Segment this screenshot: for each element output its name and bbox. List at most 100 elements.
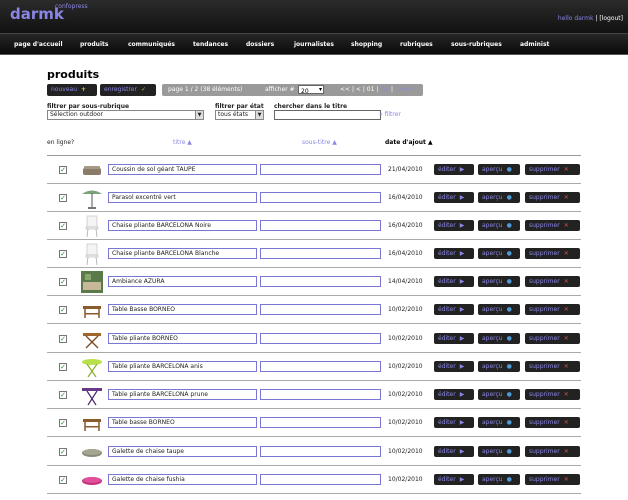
- nav-item-tendances[interactable]: tendances: [193, 41, 228, 48]
- delete-button[interactable]: supprimer ✕: [525, 164, 580, 175]
- title-input[interactable]: Chaise pliante BARCELONA Blanche: [108, 248, 257, 259]
- subtitle-input[interactable]: [260, 446, 381, 457]
- online-checkbox[interactable]: ✓: [59, 448, 67, 456]
- preview-button[interactable]: aperçu ●: [478, 220, 520, 231]
- title-input[interactable]: Table Basse BORNEO: [108, 304, 257, 315]
- online-checkbox[interactable]: ✓: [59, 278, 67, 286]
- pager-nav-last[interactable]: >>>: [398, 86, 413, 93]
- nav-item-accueil[interactable]: page d'accueil: [14, 41, 63, 48]
- online-checkbox[interactable]: ✓: [59, 166, 67, 174]
- preview-button[interactable]: aperçu ●: [478, 446, 520, 457]
- title-input[interactable]: Ambiance AZURA: [108, 276, 257, 287]
- edit-button[interactable]: éditer ▶: [434, 446, 474, 457]
- subtitle-input[interactable]: [260, 417, 381, 428]
- filter-apply-link[interactable]: » filtrer: [379, 111, 401, 118]
- edit-button[interactable]: éditer ▶: [434, 474, 474, 485]
- edit-button[interactable]: éditer ▶: [434, 361, 474, 372]
- preview-button[interactable]: aperçu ●: [478, 389, 520, 400]
- subtitle-input[interactable]: [260, 333, 381, 344]
- subtitle-input[interactable]: [260, 192, 381, 203]
- filter-subcat-select[interactable]: Sélection outdoor ▼: [47, 110, 204, 120]
- edit-button[interactable]: éditer ▶: [434, 389, 474, 400]
- title-input[interactable]: Galette de chaise taupe: [108, 446, 257, 457]
- online-checkbox[interactable]: ✓: [59, 222, 67, 230]
- title-input[interactable]: Parasol excentré vert: [108, 192, 257, 203]
- edit-button[interactable]: éditer ▶: [434, 164, 474, 175]
- nav-item-rubriques[interactable]: rubriques: [400, 41, 433, 48]
- column-header-subtitle[interactable]: sous-titre ▲: [302, 139, 337, 146]
- delete-button[interactable]: supprimer ✕: [525, 474, 580, 485]
- online-checkbox[interactable]: ✓: [59, 194, 67, 202]
- nav-item-dossiers[interactable]: dossiers: [246, 41, 274, 48]
- title-input[interactable]: Table pliante BARCELONA prune: [108, 389, 257, 400]
- delete-button[interactable]: supprimer ✕: [525, 192, 580, 203]
- subtitle-input[interactable]: [260, 276, 381, 287]
- new-button[interactable]: nouveau +: [47, 84, 97, 96]
- subtitle-input[interactable]: [260, 220, 381, 231]
- online-checkbox[interactable]: ✓: [59, 391, 67, 399]
- subtitle-input[interactable]: [260, 304, 381, 315]
- title-input[interactable]: Chaise pliante BARCELONA Noire: [108, 220, 257, 231]
- filter-state-select[interactable]: tous états ▼: [215, 110, 264, 120]
- pager-page-2[interactable]: 02: [381, 86, 389, 93]
- subtitle-input[interactable]: [260, 389, 381, 400]
- subtitle-input[interactable]: [260, 164, 381, 175]
- edit-button[interactable]: éditer ▶: [434, 192, 474, 203]
- table-row: ✓ Table pliante BARCELONA prune 10/02/2010…: [47, 381, 581, 409]
- delete-button[interactable]: supprimer ✕: [525, 276, 580, 287]
- delete-button[interactable]: supprimer ✕: [525, 333, 580, 344]
- online-checkbox[interactable]: ✓: [59, 306, 67, 314]
- title-input[interactable]: Coussin de sol géant TAUPE: [108, 164, 257, 175]
- preview-button[interactable]: aperçu ●: [478, 192, 520, 203]
- edit-button[interactable]: éditer ▶: [434, 248, 474, 259]
- edit-button[interactable]: éditer ▶: [434, 304, 474, 315]
- delete-button[interactable]: supprimer ✕: [525, 446, 580, 457]
- preview-button[interactable]: aperçu ●: [478, 248, 520, 259]
- preview-button[interactable]: aperçu ●: [478, 304, 520, 315]
- pager-nav-first[interactable]: << | < | 01 |: [340, 86, 378, 93]
- filter-state-label: filtrer par état: [215, 103, 264, 110]
- column-header-title[interactable]: titre ▲: [173, 139, 192, 146]
- preview-button[interactable]: aperçu ●: [478, 276, 520, 287]
- delete-button[interactable]: supprimer ✕: [525, 304, 580, 315]
- title-input[interactable]: Table pliante BARCELONA anis: [108, 361, 257, 372]
- circle-icon: ●: [506, 335, 512, 342]
- logout-link[interactable]: [logout]: [599, 15, 623, 22]
- edit-button[interactable]: éditer ▶: [434, 333, 474, 344]
- per-page-select[interactable]: 20 ▾: [298, 85, 324, 95]
- delete-button[interactable]: supprimer ✕: [525, 220, 580, 231]
- preview-button[interactable]: aperçu ●: [478, 474, 520, 485]
- subtitle-input[interactable]: [260, 474, 381, 485]
- nav-item-administration[interactable]: administ: [520, 41, 549, 48]
- edit-button[interactable]: éditer ▶: [434, 276, 474, 287]
- preview-button[interactable]: aperçu ●: [478, 333, 520, 344]
- online-checkbox[interactable]: ✓: [59, 250, 67, 258]
- preview-button[interactable]: aperçu ●: [478, 417, 520, 428]
- title-input[interactable]: Table basse BORNEO: [108, 417, 257, 428]
- title-input[interactable]: Galette de chaise fushia: [108, 474, 257, 485]
- edit-button[interactable]: éditer ▶: [434, 220, 474, 231]
- delete-button[interactable]: supprimer ✕: [525, 248, 580, 259]
- column-header-date[interactable]: date d'ajout ▲: [385, 139, 433, 146]
- filter-search-input[interactable]: [274, 110, 381, 120]
- subtitle-input[interactable]: [260, 248, 381, 259]
- title-input[interactable]: Table pliante BORNEO: [108, 333, 257, 344]
- subtitle-input[interactable]: [260, 361, 381, 372]
- save-button[interactable]: enregistrer ✓: [100, 84, 156, 96]
- delete-button[interactable]: supprimer ✕: [525, 389, 580, 400]
- delete-button[interactable]: supprimer ✕: [525, 361, 580, 372]
- circle-icon: ●: [506, 194, 512, 201]
- edit-button[interactable]: éditer ▶: [434, 417, 474, 428]
- online-checkbox[interactable]: ✓: [59, 335, 67, 343]
- online-checkbox[interactable]: ✓: [59, 419, 67, 427]
- nav-item-journalistes[interactable]: journalistes: [294, 41, 334, 48]
- delete-button[interactable]: supprimer ✕: [525, 417, 580, 428]
- nav-item-sous-rubriques[interactable]: sous-rubriques: [451, 41, 502, 48]
- online-checkbox[interactable]: ✓: [59, 476, 67, 484]
- nav-item-shopping[interactable]: shopping: [351, 41, 382, 48]
- online-checkbox[interactable]: ✓: [59, 363, 67, 371]
- nav-item-produits[interactable]: produits: [80, 41, 108, 48]
- nav-item-communiques[interactable]: communiqués: [128, 41, 175, 48]
- preview-button[interactable]: aperçu ●: [478, 361, 520, 372]
- preview-button[interactable]: aperçu ●: [478, 164, 520, 175]
